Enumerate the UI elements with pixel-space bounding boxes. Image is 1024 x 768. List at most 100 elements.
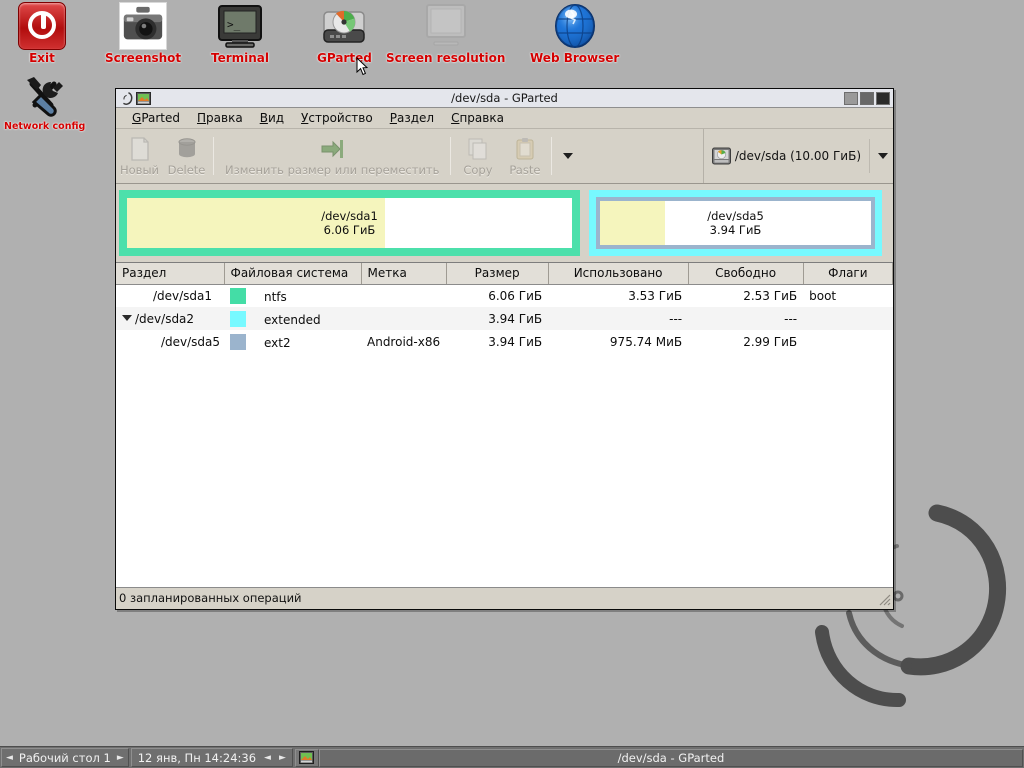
cell-partition: /dev/sda5 [116, 330, 224, 353]
cell-free: 2.99 ГиБ [743, 334, 798, 349]
cell-partition-name: /dev/sda2 [135, 311, 195, 326]
statusbar-text: 0 запланированных операций [119, 590, 302, 605]
cell-filesystem-name: extended [264, 312, 321, 327]
device-selector-divider [869, 139, 870, 173]
partition-graphic-sda5[interactable]: /dev/sda5 3.94 ГиБ [589, 190, 882, 256]
desktop-icon-screen-resolution[interactable]: Screen resolution [386, 2, 505, 65]
menu-mnemonic: Р [389, 111, 397, 125]
resize-move-button[interactable]: Изменить размер или переместить [217, 130, 447, 183]
device-selector[interactable]: /dev/sda (10.00 ГиБ) [702, 129, 893, 183]
menu-mnemonic: У [301, 111, 309, 125]
cell-size: 3.94 ГиБ [488, 334, 543, 349]
pager-next-button[interactable]: ► [117, 753, 124, 763]
toolbar-separator [450, 137, 452, 175]
filesystem-color-swatch [230, 310, 246, 327]
column-header-size[interactable]: Размер [446, 263, 549, 285]
menu-item-help[interactable]: Справка [443, 109, 513, 127]
statusbar: 0 запланированных операций [116, 587, 893, 607]
partition-table-container[interactable]: Раздел Файловая система Метка Размер Исп… [116, 262, 893, 587]
expander-triangle-icon[interactable] [122, 314, 132, 321]
device-selector-value: /dev/sda (10.00 ГиБ) [734, 149, 861, 163]
paste-button[interactable]: Paste [501, 130, 548, 183]
new-document-icon [127, 136, 153, 162]
globe-icon [551, 2, 599, 50]
window-titlebar[interactable]: /dev/sda - GParted [116, 89, 893, 108]
column-header-filesystem[interactable]: Файловая система [224, 263, 362, 285]
toolbar-overflow-button[interactable] [555, 129, 581, 183]
chevron-down-icon [878, 153, 888, 159]
desktop-icon-label: Screenshot [105, 51, 182, 65]
table-row[interactable]: /dev/sda1 ntfs 6.06 ГиБ 3.53 ГиБ 2.53 ГиБ boo… [116, 284, 893, 307]
column-header-partition[interactable]: Раздел [116, 263, 225, 285]
column-header-label[interactable]: Метка [361, 263, 447, 285]
clock-panel[interactable]: 12 янв, Пн 14:24:36 ◄ ► [130, 748, 293, 767]
menu-item-device[interactable]: Устройство [293, 109, 382, 127]
clock-text: 12 янв, Пн 14:24:36 [137, 750, 257, 765]
copy-label: Copy [463, 162, 493, 177]
taskbar: ◄ Рабочий стол 1 ► 12 янв, Пн 14:24:36 ◄… [0, 746, 1024, 768]
cell-filesystem-name: ntfs [264, 289, 287, 304]
partition-graphic-name: /dev/sda5 [707, 208, 764, 223]
close-button[interactable] [876, 92, 890, 105]
minimize-button[interactable] [844, 92, 858, 105]
desktop-icon-network-config[interactable]: Network config [4, 72, 85, 132]
desktop-icon-exit[interactable]: Exit [18, 2, 66, 65]
cell-label [361, 284, 446, 307]
cell-used: 3.53 ГиБ [628, 288, 683, 303]
column-header-used[interactable]: Использовано [548, 263, 689, 285]
new-partition-button[interactable]: Новый [116, 130, 163, 183]
clock-prev-button[interactable]: ◄ [264, 753, 271, 763]
delete-partition-button[interactable]: Delete [163, 130, 210, 183]
partition-graphic-size: 3.94 ГиБ [709, 223, 762, 237]
menu-item-partition[interactable]: Раздел [382, 109, 443, 127]
desktop-icon-label: Web Browser [530, 51, 620, 65]
column-header-free[interactable]: Свободно [688, 263, 804, 285]
cell-partition: /dev/sda1 [116, 284, 224, 307]
menu-item-edit[interactable]: Правка [189, 109, 252, 127]
task-button-icon[interactable] [294, 748, 319, 767]
column-header-flags[interactable]: Флаги [803, 263, 893, 285]
resize-grip-icon[interactable] [877, 592, 891, 606]
cell-size: 6.06 ГиБ [488, 288, 543, 303]
menu-item-view[interactable]: Вид [252, 109, 293, 127]
filesystem-color-swatch [230, 333, 246, 350]
task-button-gparted[interactable]: /dev/sda - GParted [318, 748, 1023, 767]
copy-button[interactable]: Copy [454, 130, 501, 183]
wrench-screwdriver-icon [21, 72, 69, 120]
clock-next-button[interactable]: ► [279, 753, 286, 763]
partition-table-body: /dev/sda1 ntfs 6.06 ГиБ 3.53 ГиБ 2.53 ГиБ boo… [116, 284, 893, 353]
cell-filesystem-name: ext2 [264, 335, 291, 350]
table-row[interactable]: /dev/sda5 ext2 Android-x86 3.94 ГиБ 975.74 М… [116, 330, 893, 353]
menu-mnemonic: G [132, 111, 142, 125]
display-monitor-icon [422, 2, 470, 50]
task-button-label: /dev/sda - GParted [617, 750, 725, 765]
gparted-window: /dev/sda - GParted GParted Правка Вид Устро… [115, 88, 894, 610]
workspace-pager[interactable]: ◄ Рабочий стол 1 ► [1, 748, 129, 767]
menu-mnemonic: П [197, 111, 207, 125]
partition-used-fill [127, 198, 386, 248]
paste-clipboard-icon [512, 136, 538, 162]
delete-partition-label: Delete [167, 162, 206, 177]
chevron-down-icon [563, 153, 574, 159]
cell-used: 975.74 МиБ [609, 334, 683, 349]
partition-graphic-sda1[interactable]: /dev/sda1 6.06 ГиБ [119, 190, 580, 256]
terminal-monitor-icon: >_ [216, 2, 264, 50]
desktop-icon-label: Screen resolution [386, 51, 506, 65]
maximize-button[interactable] [860, 92, 874, 105]
cell-flags [803, 330, 892, 353]
pager-prev-button[interactable]: ◄ [6, 753, 13, 763]
table-row[interactable]: /dev/sda2 extended 3.94 ГиБ --- --- [116, 307, 893, 330]
gparted-app-icon [299, 751, 315, 764]
resize-arrow-icon [319, 136, 345, 162]
menu-mnemonic: В [259, 111, 268, 125]
desktop-icon-terminal[interactable]: >_ Terminal [211, 2, 269, 65]
menu-item-gparted[interactable]: GParted [124, 109, 189, 127]
cell-flags: boot [809, 288, 837, 303]
desktop-icon-label: Exit [29, 51, 55, 65]
harddisk-icon [320, 2, 368, 50]
cell-filesystem: extended [224, 307, 361, 330]
desktop-icon-screenshot[interactable]: Screenshot [105, 2, 181, 65]
desktop-icon-gparted[interactable]: GParted [317, 2, 372, 65]
toolbar: Новый Delete Изменить размер или перемес… [116, 129, 893, 184]
desktop-icon-web-browser[interactable]: Web Browser [530, 2, 619, 65]
